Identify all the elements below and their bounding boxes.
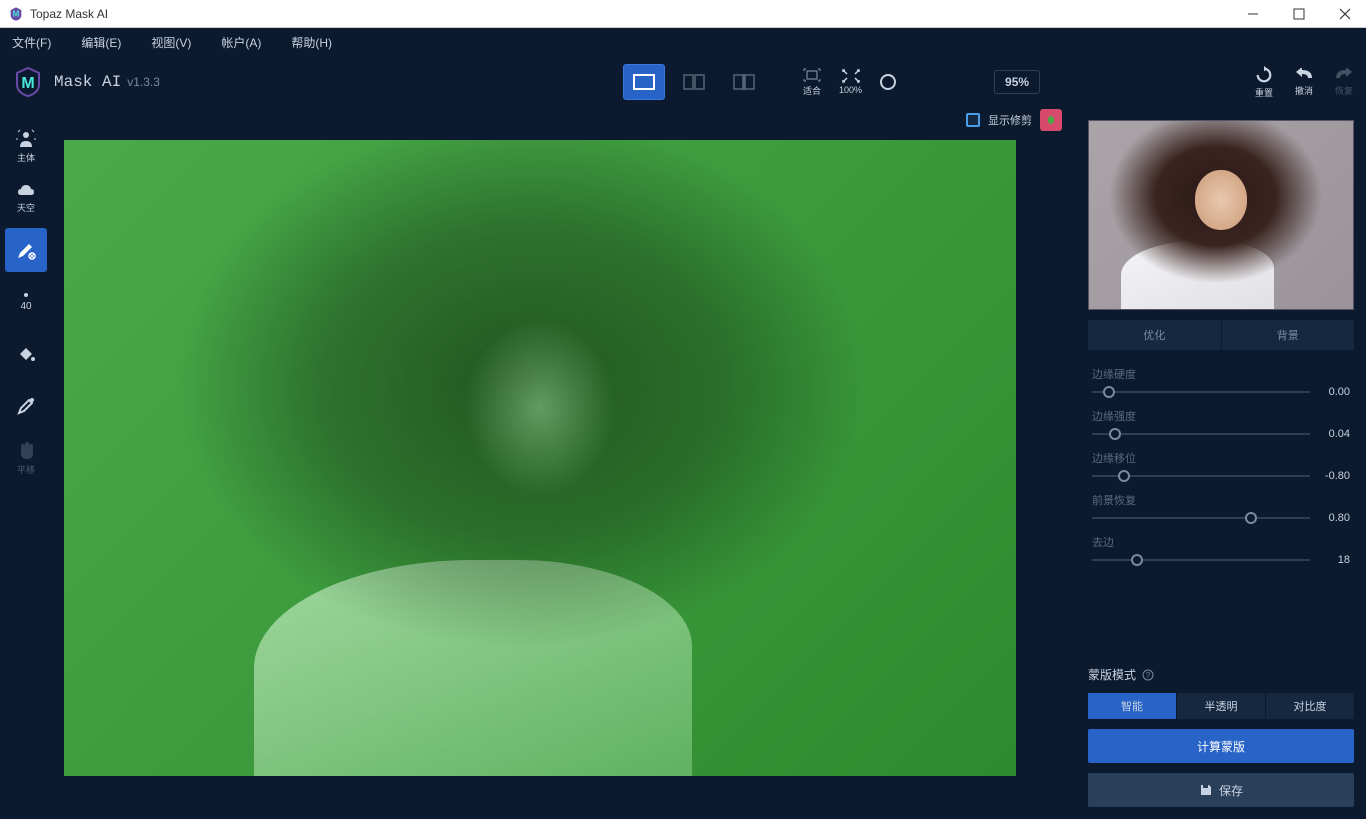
slider-track[interactable]	[1092, 475, 1310, 477]
mode-smart[interactable]: 智能	[1088, 693, 1176, 719]
slider-label: 边缘硬度	[1092, 366, 1350, 382]
show-trim-label: 显示修剪	[988, 112, 1032, 128]
svg-text:M: M	[21, 75, 34, 92]
slider-thumb[interactable]	[1245, 512, 1257, 524]
tab-replace[interactable]: 背景	[1222, 320, 1355, 350]
menu-view[interactable]: 视图(V)	[151, 34, 191, 51]
slider-value: 18	[1318, 554, 1350, 566]
window-title: Topaz Mask AI	[30, 7, 1240, 21]
canvas-area: 显示修剪	[52, 108, 1076, 819]
minimize-button[interactable]	[1240, 4, 1266, 24]
right-panel: 优化 背景 边缘硬度 0.00 边缘强度 0.04 边缘移位 -0.80 前景恢复 0.80 去…	[1076, 108, 1366, 819]
slider-track[interactable]	[1092, 517, 1310, 519]
view-side-button[interactable]	[723, 64, 765, 100]
tool-eyedropper[interactable]	[5, 384, 47, 428]
zoom-fit-button[interactable]: 适合	[803, 68, 821, 97]
help-icon[interactable]: ?	[1142, 669, 1154, 681]
app-version: v1.3.3	[127, 75, 160, 89]
brush-dot-icon	[24, 293, 28, 297]
view-split-button[interactable]	[673, 64, 715, 100]
left-toolbar: 主体 天空 40 平移	[0, 108, 52, 819]
save-icon	[1199, 783, 1213, 797]
svg-text:?: ?	[1146, 671, 1151, 680]
slider-track[interactable]	[1092, 433, 1310, 435]
slider-track[interactable]	[1092, 391, 1310, 393]
reset-button[interactable]: 重置	[1254, 66, 1274, 99]
menubar: 文件(F) 编辑(E) 视图(V) 帐户(A) 帮助(H)	[0, 28, 1366, 56]
app-header: M Mask AI v1.3.3 适合 100% 95% 重置 撤消	[0, 56, 1366, 108]
slider-thumb[interactable]	[1118, 470, 1130, 482]
slider-value: 0.04	[1318, 428, 1350, 440]
main-canvas[interactable]	[64, 140, 1016, 776]
show-trim-checkbox[interactable]	[966, 113, 980, 127]
slider-track[interactable]	[1092, 559, 1310, 561]
slider-thumb[interactable]	[1131, 554, 1143, 566]
tool-subject[interactable]: 主体	[5, 124, 47, 168]
mask-mode-header: 蒙版模式 ?	[1088, 666, 1354, 683]
redo-button[interactable]: 恢复	[1334, 68, 1354, 97]
app-name: Mask AI	[54, 73, 121, 91]
preview-toggle-icon[interactable]	[880, 74, 896, 90]
slider-label: 边缘移位	[1092, 450, 1350, 466]
mode-semi[interactable]: 半透明	[1177, 693, 1265, 719]
slider-thumb[interactable]	[1103, 386, 1115, 398]
menu-help[interactable]: 帮助(H)	[291, 34, 332, 51]
view-single-button[interactable]	[623, 64, 665, 100]
slider-value: -0.80	[1318, 470, 1350, 482]
svg-text:M: M	[13, 9, 20, 18]
save-button[interactable]: 保存	[1088, 773, 1354, 807]
tool-fill[interactable]	[5, 332, 47, 376]
menu-edit[interactable]: 编辑(E)	[81, 34, 121, 51]
tool-brush[interactable]	[5, 228, 47, 272]
slider-value: 0.80	[1318, 512, 1350, 524]
zoom-100-button[interactable]: 100%	[839, 69, 862, 95]
tool-hand[interactable]: 平移	[5, 436, 47, 480]
undo-button[interactable]: 撤消	[1294, 68, 1314, 97]
slider-thumb[interactable]	[1109, 428, 1121, 440]
app-logo: M	[12, 66, 44, 98]
preview-thumbnail[interactable]	[1088, 120, 1354, 310]
maximize-button[interactable]	[1286, 4, 1312, 24]
tab-refine[interactable]: 优化	[1088, 320, 1221, 350]
zoom-level[interactable]: 95%	[994, 70, 1040, 94]
app-icon: M	[8, 6, 24, 22]
close-button[interactable]	[1332, 4, 1358, 24]
tool-sky[interactable]: 天空	[5, 176, 47, 220]
slider-label: 边缘强度	[1092, 408, 1350, 424]
slider-label: 去边	[1092, 534, 1350, 550]
brush-size-indicator[interactable]: 40	[5, 280, 47, 324]
menu-file[interactable]: 文件(F)	[12, 34, 51, 51]
compute-mask-button[interactable]: 计算蒙版	[1088, 729, 1354, 763]
menu-account[interactable]: 帐户(A)	[221, 34, 261, 51]
window-titlebar: M Topaz Mask AI	[0, 0, 1366, 28]
color-indicator-icon[interactable]	[1040, 109, 1062, 131]
slider-value: 0.00	[1318, 386, 1350, 398]
mode-contrast[interactable]: 对比度	[1266, 693, 1354, 719]
slider-label: 前景恢复	[1092, 492, 1350, 508]
